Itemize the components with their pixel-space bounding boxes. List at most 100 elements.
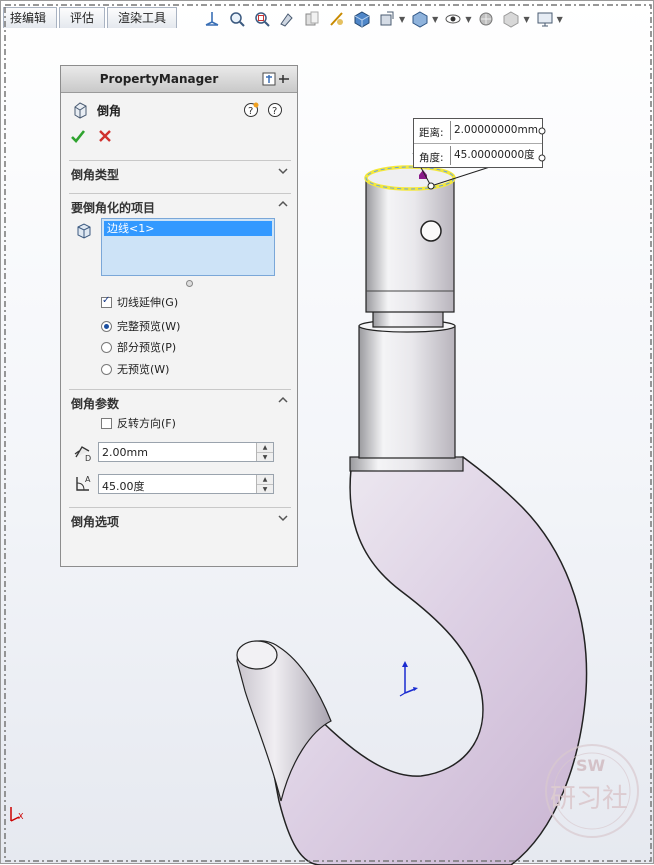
spin-down-icon[interactable]: ▼ bbox=[257, 485, 273, 494]
preview-none-radio[interactable]: 无预览(W) bbox=[101, 361, 169, 377]
section-chamfer-options[interactable]: 倒角选项 bbox=[69, 507, 291, 530]
section-items-to-chamfer[interactable]: 要倒角化的项目 bbox=[69, 193, 291, 216]
preview-full-radio[interactable]: 完整预览(W) bbox=[101, 318, 180, 334]
callout-angle-row[interactable]: 角度: 45.00000000度 bbox=[414, 144, 542, 168]
preview-full-dot[interactable] bbox=[101, 320, 112, 332]
tab-render-tools[interactable]: 渲染工具 bbox=[107, 7, 178, 28]
preview-none-label: 无预览(W) bbox=[117, 363, 170, 376]
tangent-propagation-checkbox[interactable]: 切线延伸(G) bbox=[101, 294, 178, 310]
view-orientation-cube-icon[interactable] bbox=[351, 9, 373, 29]
tab-sketch-edit[interactable]: 接编辑 bbox=[3, 7, 58, 28]
svg-text:SW: SW bbox=[576, 756, 606, 775]
view-orientation-icon[interactable] bbox=[201, 9, 223, 29]
tangent-propagation-check[interactable] bbox=[101, 295, 112, 308]
spin-up-icon[interactable]: ▲ bbox=[257, 443, 273, 453]
dimension-callout[interactable]: 距离: 2.00000000mm 角度: 45.00000000度 bbox=[413, 118, 543, 168]
callout-distance-row[interactable]: 距离: 2.00000000mm bbox=[414, 119, 542, 144]
feature-name: 倒角 bbox=[97, 103, 122, 118]
chevron-up-icon[interactable] bbox=[277, 394, 289, 406]
lower-shank bbox=[358, 325, 456, 459]
section-chamfer-params-label: 倒角参数 bbox=[71, 397, 120, 411]
previous-view-icon[interactable] bbox=[276, 9, 298, 29]
chevron-down-icon[interactable] bbox=[277, 512, 289, 524]
preview-partial-dot[interactable] bbox=[101, 341, 112, 353]
feature-header: 倒角 bbox=[71, 100, 121, 120]
dynamic-annotation-icon[interactable] bbox=[326, 9, 348, 29]
hide-show-icon[interactable] bbox=[409, 9, 431, 29]
reverse-direction-label: 反转方向(F) bbox=[117, 417, 176, 430]
display-style-icon[interactable] bbox=[376, 9, 398, 29]
distance-spinner[interactable]: ▲ ▼ bbox=[256, 443, 273, 461]
origin-triad bbox=[399, 661, 418, 697]
hook-body bbox=[249, 456, 588, 865]
hook-tip-face bbox=[236, 640, 278, 670]
preview-partial-radio[interactable]: 部分预览(P) bbox=[101, 339, 176, 355]
distance-value[interactable]: 2.00mm bbox=[102, 446, 148, 459]
svg-text:?: ? bbox=[248, 106, 253, 117]
preview-none-dot[interactable] bbox=[101, 363, 112, 375]
view-settings-dropdown-icon[interactable]: ▼ bbox=[523, 15, 529, 24]
angle-field[interactable]: 45.00度 ▲ ▼ bbox=[98, 474, 274, 494]
display-icon[interactable] bbox=[534, 9, 556, 29]
reverse-direction-checkbox[interactable]: 反转方向(F) bbox=[101, 415, 176, 431]
callout-handles bbox=[538, 127, 546, 162]
chevron-down-icon[interactable] bbox=[277, 165, 289, 177]
list-resize-handle[interactable] bbox=[186, 280, 193, 287]
edit-appearance-dropdown-icon[interactable]: ▼ bbox=[465, 15, 471, 24]
corner-axis-indicator: X bbox=[10, 807, 24, 822]
tab-evaluate[interactable]: 评估 bbox=[59, 7, 106, 28]
preview-partial-label: 部分预览(P) bbox=[117, 341, 177, 354]
property-manager-header: PropertyManager bbox=[61, 66, 297, 93]
selected-item-edge[interactable]: 边线<1> bbox=[104, 221, 272, 236]
pin-icon[interactable] bbox=[261, 71, 291, 87]
watermark-logo: SW 研习社 bbox=[545, 744, 639, 838]
section-view-icon[interactable] bbox=[301, 9, 323, 29]
hide-show-dropdown-icon[interactable]: ▼ bbox=[432, 15, 438, 24]
chevron-up-icon[interactable] bbox=[277, 198, 289, 210]
display-style-dropdown-icon[interactable]: ▼ bbox=[399, 15, 405, 24]
zoom-to-fit-icon[interactable] bbox=[226, 9, 248, 29]
property-manager-panel: PropertyManager 倒角 ? ? 倒角类型 要倒角化的项目 边线<1… bbox=[60, 65, 298, 567]
property-manager-title: PropertyManager bbox=[99, 72, 219, 86]
section-chamfer-type[interactable]: 倒角类型 bbox=[69, 160, 291, 183]
svg-text:研习社: 研习社 bbox=[550, 784, 628, 814]
section-items-to-chamfer-label: 要倒角化的项目 bbox=[71, 201, 156, 215]
command-manager-tabs: 接编辑 评估 渲染工具 bbox=[3, 7, 179, 29]
callout-distance-label: 距离: bbox=[419, 127, 444, 139]
section-chamfer-options-label: 倒角选项 bbox=[71, 515, 120, 529]
tangent-propagation-label: 切线延伸(G) bbox=[117, 296, 179, 309]
shank-hole bbox=[420, 220, 442, 242]
chamfer-feature-icon bbox=[74, 102, 87, 119]
edge-selection-icon bbox=[77, 223, 91, 239]
angle-spinner[interactable]: ▲ ▼ bbox=[256, 475, 273, 493]
cancel-x-icon[interactable] bbox=[97, 128, 113, 144]
callout-angle-label: 角度: bbox=[419, 152, 444, 164]
heads-up-view-toolbar: ▼ ▼ ▼ ▼ ▼ bbox=[201, 8, 567, 30]
spin-up-icon[interactable]: ▲ bbox=[257, 475, 273, 485]
help-icon[interactable]: ? bbox=[267, 102, 283, 118]
svg-text:?: ? bbox=[272, 106, 277, 117]
spin-down-icon[interactable]: ▼ bbox=[257, 453, 273, 462]
graphics-area[interactable]: X SW 研习社 距离: 2.00000000mm 角度: 45.0000000… bbox=[0, 0, 654, 865]
section-chamfer-params[interactable]: 倒角参数 bbox=[69, 389, 291, 412]
zoom-to-area-icon[interactable] bbox=[251, 9, 273, 29]
upper-shank bbox=[365, 177, 455, 313]
edit-appearance-icon[interactable] bbox=[442, 9, 464, 29]
whats-new-help-icon[interactable]: ? bbox=[243, 102, 259, 118]
apply-scene-icon[interactable] bbox=[475, 9, 497, 29]
distance-field[interactable]: 2.00mm ▲ ▼ bbox=[98, 442, 274, 462]
view-settings-icon[interactable] bbox=[500, 9, 522, 29]
callout-distance-value[interactable]: 2.00000000mm bbox=[450, 121, 540, 140]
preview-full-label: 完整预览(W) bbox=[117, 320, 181, 333]
angle-icon: A bbox=[76, 475, 91, 491]
svg-text:X: X bbox=[18, 812, 24, 821]
angle-value[interactable]: 45.00度 bbox=[102, 478, 145, 494]
reverse-direction-check[interactable] bbox=[101, 417, 112, 429]
svg-text:D: D bbox=[85, 454, 91, 463]
ok-check-icon[interactable] bbox=[70, 128, 86, 144]
callout-angle-value[interactable]: 45.00000000度 bbox=[450, 146, 540, 165]
svg-text:A: A bbox=[85, 475, 91, 484]
distance-icon: D bbox=[74, 446, 91, 463]
selected-items-list[interactable]: 边线<1> bbox=[101, 218, 275, 276]
display-dropdown-icon[interactable]: ▼ bbox=[557, 15, 563, 24]
